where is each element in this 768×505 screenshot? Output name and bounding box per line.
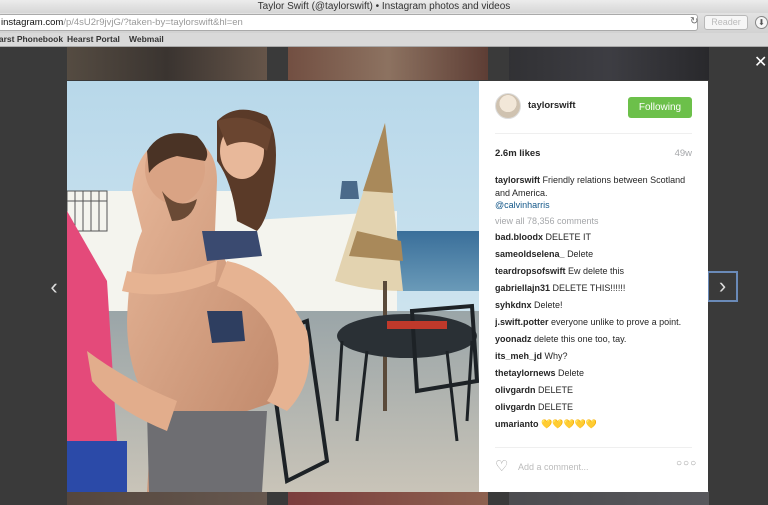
- background-thumbnail: [67, 491, 267, 505]
- caption-mention[interactable]: @calvinharris: [495, 200, 550, 210]
- comment: teardropsofswift Ew delete this: [495, 265, 692, 277]
- heart-icon[interactable]: ♡: [495, 459, 508, 474]
- likes-count[interactable]: 2.6m likes: [495, 148, 540, 159]
- bookmarks-bar: Hearst Phonebook Hearst Portal Webmail: [0, 33, 768, 47]
- comment-username[interactable]: olivgardn: [495, 385, 536, 395]
- background-thumbnail: [288, 47, 488, 80]
- comment-text: DELETE IT: [545, 232, 592, 242]
- post-time: 49w: [674, 148, 692, 159]
- comment: umarianto 💛💛💛💛💛: [495, 418, 692, 430]
- reload-icon[interactable]: ↻: [690, 16, 698, 27]
- comment-text: everyone unlike to prove a point.: [551, 317, 682, 327]
- comment-text: Delete!: [534, 300, 563, 310]
- background-thumbnail: [288, 491, 488, 505]
- bookmark-webmail[interactable]: Webmail: [129, 33, 164, 46]
- comment-text: 💛💛💛💛💛: [541, 419, 598, 429]
- add-comment-bar: ♡ ○○○: [495, 453, 696, 483]
- address-bar[interactable]: instagram.com/p/4sU2r9jvjG/?taken-by=tay…: [0, 14, 698, 31]
- more-options-icon[interactable]: ○○○: [676, 458, 697, 469]
- comment-text: DELETE THIS!!!!!!: [552, 283, 626, 293]
- bookmark-hearst-portal[interactable]: Hearst Portal: [67, 33, 120, 46]
- comment-username[interactable]: its_meh_jd: [495, 351, 542, 361]
- comment-text: Delete: [567, 249, 594, 259]
- avatar[interactable]: [495, 93, 521, 119]
- post-details-panel: taylorswift Following 2.6m likes 49w tay…: [479, 81, 708, 492]
- comment-username[interactable]: syhkdnx: [495, 300, 532, 310]
- browser-toolbar: instagram.com/p/4sU2r9jvjG/?taken-by=tay…: [0, 13, 768, 33]
- comment-username[interactable]: umarianto: [495, 419, 539, 429]
- comment: syhkdnx Delete!: [495, 299, 692, 311]
- comment: yoonadz delete this one too, tay.: [495, 333, 692, 345]
- comment-username[interactable]: sameoldselena_: [495, 249, 565, 259]
- comment-username[interactable]: yoonadz: [495, 334, 532, 344]
- following-button[interactable]: Following: [628, 97, 692, 118]
- close-icon[interactable]: ✕: [754, 52, 767, 72]
- comment: j.swift.potter everyone unlike to prove …: [495, 316, 692, 328]
- comment: olivgardn DELETE: [495, 401, 692, 413]
- chevron-left-icon[interactable]: ‹: [44, 273, 64, 301]
- post-username[interactable]: taylorswift: [528, 100, 576, 111]
- background-thumbnail: [509, 491, 709, 505]
- post-photo[interactable]: [67, 81, 479, 492]
- comment-text: Delete: [558, 368, 585, 378]
- caption-username[interactable]: taylorswift: [495, 175, 540, 185]
- comment-username[interactable]: olivgardn: [495, 402, 536, 412]
- bookmark-hearst-phonebook[interactable]: Hearst Phonebook: [0, 33, 63, 46]
- comment-username[interactable]: gabriellajn31: [495, 283, 550, 293]
- comments-list: bad.bloodx DELETE IT sameoldselena_ Dele…: [495, 231, 692, 444]
- comment-text: DELETE: [538, 385, 574, 395]
- view-all-comments-link[interactable]: view all 78,356 comments: [495, 216, 599, 226]
- comment: bad.bloodx DELETE IT: [495, 231, 692, 243]
- post-caption: taylorswift Friendly relations between S…: [495, 174, 692, 212]
- comment-username[interactable]: j.swift.potter: [495, 317, 549, 327]
- comment-username[interactable]: teardropsofswift: [495, 266, 566, 276]
- chevron-right-icon[interactable]: ›: [707, 271, 738, 302]
- reader-button[interactable]: Reader: [704, 15, 748, 30]
- url-path: /p/4sU2r9jvjG/?taken-by=taylorswift&hl=e…: [63, 17, 243, 28]
- comment: its_meh_jd Why?: [495, 350, 692, 362]
- comment-text: Ew delete this: [568, 266, 625, 276]
- window-title: Taylor Swift (@taylorswift) • Instagram …: [0, 0, 768, 13]
- download-icon[interactable]: ⬇: [755, 16, 768, 29]
- comment: sameoldselena_ Delete: [495, 248, 692, 260]
- comment: thetaylornews Delete: [495, 367, 692, 379]
- comment-text: Why?: [544, 351, 568, 361]
- url-host: instagram.com: [1, 17, 64, 28]
- comment-username[interactable]: bad.bloodx: [495, 232, 543, 242]
- comment-username[interactable]: thetaylornews: [495, 368, 556, 378]
- comment-text: delete this one too, tay.: [534, 334, 627, 344]
- background-thumbnail: [67, 47, 267, 80]
- divider: [495, 133, 692, 134]
- add-comment-input[interactable]: [518, 459, 668, 475]
- divider: [495, 447, 692, 448]
- comment: olivgardn DELETE: [495, 384, 692, 396]
- background-thumbnail: [509, 47, 709, 80]
- comment-text: DELETE: [538, 402, 574, 412]
- comment: gabriellajn31 DELETE THIS!!!!!!: [495, 282, 692, 294]
